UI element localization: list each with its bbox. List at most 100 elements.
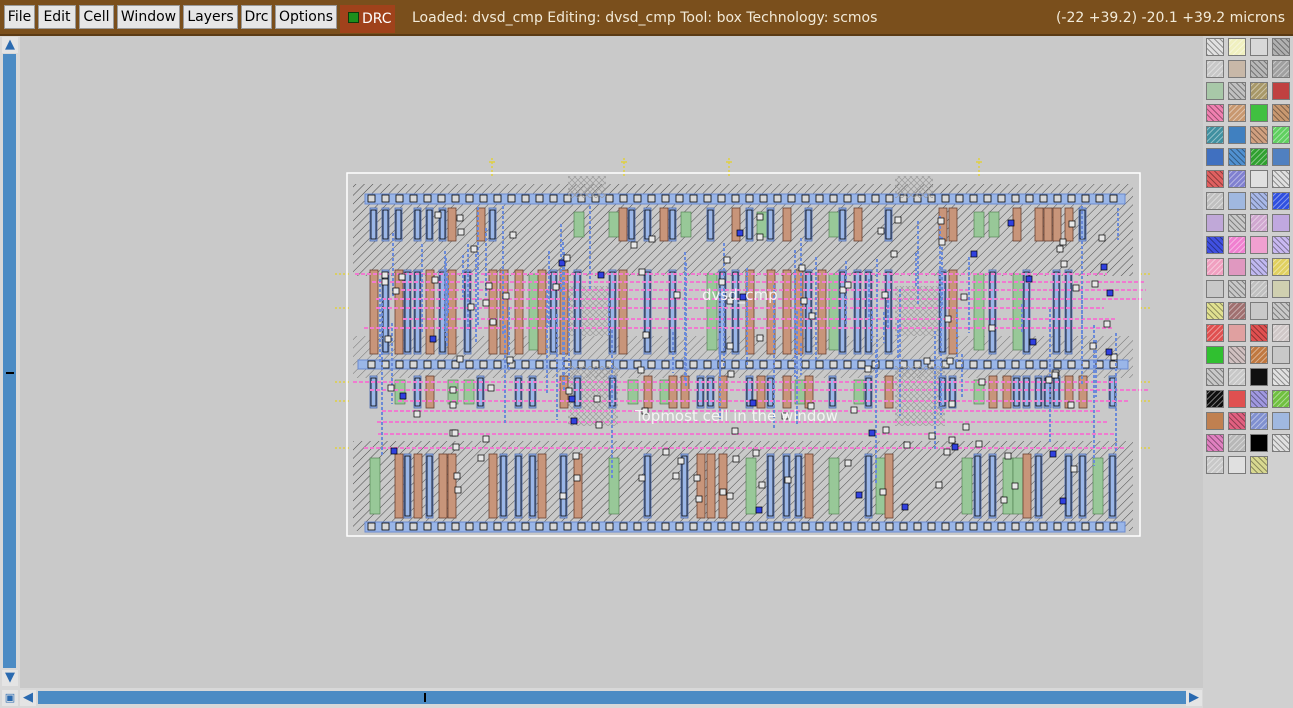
- layer-swatch[interactable]: [1206, 324, 1224, 342]
- layer-swatch[interactable]: [1272, 82, 1290, 100]
- layer-swatch[interactable]: [1272, 104, 1290, 122]
- layer-swatch[interactable]: [1272, 280, 1290, 298]
- menu-options[interactable]: Options: [275, 5, 337, 29]
- layer-swatch[interactable]: [1272, 38, 1290, 56]
- layer-swatch[interactable]: [1272, 126, 1290, 144]
- layer-swatch[interactable]: [1206, 346, 1224, 364]
- layer-swatch[interactable]: [1206, 236, 1224, 254]
- horizontal-scroll-thumb[interactable]: [38, 691, 1186, 704]
- layer-swatch[interactable]: [1228, 280, 1246, 298]
- layer-swatch[interactable]: [1250, 148, 1268, 166]
- layer-swatch[interactable]: [1250, 324, 1268, 342]
- menu-edit[interactable]: Edit: [38, 5, 76, 29]
- layer-swatch[interactable]: [1272, 60, 1290, 78]
- layer-swatch[interactable]: [1272, 236, 1290, 254]
- layer-swatch[interactable]: [1250, 38, 1268, 56]
- layer-swatch[interactable]: [1228, 434, 1246, 452]
- title-bar: File Edit Cell Window Layers Drc Options…: [0, 0, 1293, 36]
- menu-file[interactable]: File: [4, 5, 35, 29]
- layer-swatch[interactable]: [1206, 170, 1224, 188]
- vertical-scroll-thumb[interactable]: [3, 54, 16, 668]
- status-text: Loaded: dvsd_cmp Editing: dvsd_cmp Tool:…: [412, 10, 878, 26]
- scroll-down-icon[interactable]: ▼: [2, 670, 18, 686]
- layer-swatch[interactable]: [1250, 82, 1268, 100]
- layer-swatch[interactable]: [1250, 346, 1268, 364]
- layer-swatch[interactable]: [1272, 148, 1290, 166]
- layer-swatch[interactable]: [1250, 214, 1268, 232]
- layer-swatch[interactable]: [1206, 258, 1224, 276]
- layer-swatch[interactable]: [1250, 368, 1268, 386]
- menu-drc[interactable]: Drc: [241, 5, 272, 29]
- layer-swatch[interactable]: [1206, 38, 1224, 56]
- layer-swatch[interactable]: [1228, 456, 1246, 474]
- layer-swatch[interactable]: [1250, 104, 1268, 122]
- layer-swatch[interactable]: [1250, 456, 1268, 474]
- layer-swatch[interactable]: [1228, 302, 1246, 320]
- layer-swatch[interactable]: [1206, 368, 1224, 386]
- layer-swatch[interactable]: [1228, 104, 1246, 122]
- layer-swatch[interactable]: [1250, 60, 1268, 78]
- drc-indicator-button[interactable]: DRC: [340, 5, 395, 33]
- layer-swatch[interactable]: [1250, 390, 1268, 408]
- menu-window[interactable]: Window: [117, 5, 180, 29]
- layer-swatch[interactable]: [1228, 170, 1246, 188]
- layer-swatch[interactable]: [1206, 412, 1224, 430]
- layer-swatch[interactable]: [1228, 214, 1246, 232]
- zoom-box-icon[interactable]: ▣: [2, 690, 18, 706]
- layer-swatch[interactable]: [1272, 324, 1290, 342]
- layer-swatch[interactable]: [1206, 148, 1224, 166]
- scroll-left-icon[interactable]: ◀: [20, 690, 36, 706]
- layer-swatch[interactable]: [1272, 258, 1290, 276]
- scroll-up-icon[interactable]: ▲: [2, 37, 18, 53]
- scroll-right-icon[interactable]: ▶: [1186, 690, 1202, 706]
- horizontal-scrollbar[interactable]: ▣ ◀ ▶: [0, 688, 1203, 708]
- menu-layers[interactable]: Layers: [183, 5, 238, 29]
- layer-swatch[interactable]: [1272, 368, 1290, 386]
- layer-swatch[interactable]: [1206, 82, 1224, 100]
- layer-swatch[interactable]: [1228, 60, 1246, 78]
- layer-swatch[interactable]: [1206, 60, 1224, 78]
- layer-swatch[interactable]: [1272, 346, 1290, 364]
- layer-swatch[interactable]: [1272, 390, 1290, 408]
- layer-swatch[interactable]: [1250, 302, 1268, 320]
- layer-swatch[interactable]: [1228, 368, 1246, 386]
- layer-swatch[interactable]: [1206, 280, 1224, 298]
- layer-swatch[interactable]: [1228, 346, 1246, 364]
- layer-swatch[interactable]: [1228, 412, 1246, 430]
- layer-swatch[interactable]: [1206, 434, 1224, 452]
- layer-swatch[interactable]: [1206, 192, 1224, 210]
- layer-swatch[interactable]: [1250, 434, 1268, 452]
- layer-swatch[interactable]: [1250, 412, 1268, 430]
- layer-swatch[interactable]: [1206, 390, 1224, 408]
- layer-swatch[interactable]: [1228, 38, 1246, 56]
- layer-swatch[interactable]: [1228, 192, 1246, 210]
- layer-swatch[interactable]: [1228, 82, 1246, 100]
- layer-swatch[interactable]: [1228, 324, 1246, 342]
- layer-swatch[interactable]: [1206, 126, 1224, 144]
- layer-swatch[interactable]: [1272, 302, 1290, 320]
- layer-swatch[interactable]: [1228, 126, 1246, 144]
- layer-swatch[interactable]: [1272, 434, 1290, 452]
- layer-swatch[interactable]: [1272, 170, 1290, 188]
- layout-view[interactable]: dvsd_cmp Topmost cell in the window: [20, 36, 1203, 688]
- layer-swatch[interactable]: [1206, 104, 1224, 122]
- layer-swatch[interactable]: [1250, 126, 1268, 144]
- layer-swatch[interactable]: [1206, 214, 1224, 232]
- layer-swatch[interactable]: [1272, 412, 1290, 430]
- layer-swatch[interactable]: [1250, 236, 1268, 254]
- layer-swatch[interactable]: [1228, 236, 1246, 254]
- layer-swatch[interactable]: [1228, 390, 1246, 408]
- layer-swatch[interactable]: [1250, 280, 1268, 298]
- layer-swatch[interactable]: [1228, 258, 1246, 276]
- vertical-scrollbar[interactable]: ▲ ▼: [0, 36, 20, 688]
- layer-swatch[interactable]: [1272, 214, 1290, 232]
- menu-cell[interactable]: Cell: [79, 5, 114, 29]
- layer-swatch[interactable]: [1206, 456, 1224, 474]
- layout-canvas[interactable]: dvsd_cmp Topmost cell in the window: [20, 36, 1203, 688]
- layer-swatch[interactable]: [1206, 302, 1224, 320]
- layer-swatch[interactable]: [1228, 148, 1246, 166]
- layer-swatch[interactable]: [1250, 258, 1268, 276]
- layer-swatch[interactable]: [1250, 170, 1268, 188]
- layer-swatch[interactable]: [1250, 192, 1268, 210]
- layer-swatch[interactable]: [1272, 192, 1290, 210]
